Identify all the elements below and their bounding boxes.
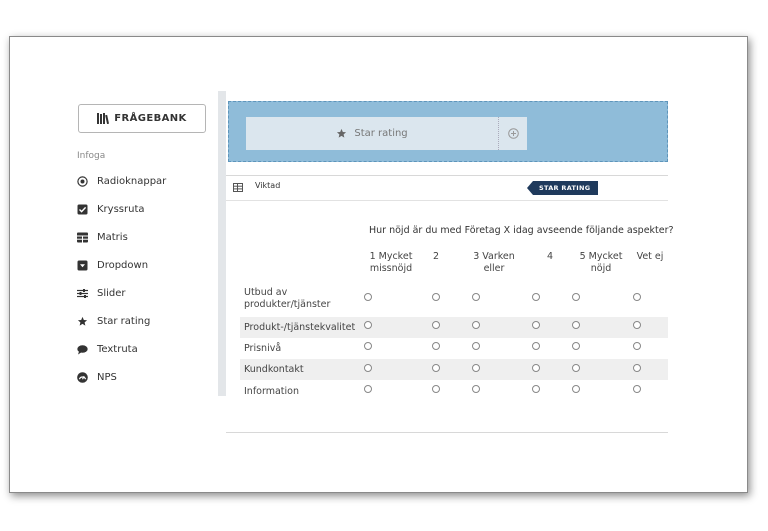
weighted-label: Viktad <box>255 181 281 190</box>
question-text: Hur nöjd är du med Företag X idag avseen… <box>369 225 674 236</box>
answer-radio[interactable] <box>633 342 641 350</box>
column-header: 3 Varken eller <box>473 251 515 274</box>
row-label: Kundkontakt <box>244 364 304 375</box>
tool-label: Radioknappar <box>97 175 167 187</box>
tool-dropdown[interactable]: Dropdown <box>77 257 148 273</box>
table-row-shade <box>240 359 668 380</box>
answer-radio[interactable] <box>364 385 372 393</box>
tool-star-rating[interactable]: Star rating <box>77 313 150 329</box>
tool-label: NPS <box>97 371 117 383</box>
checkbox-icon <box>77 204 88 215</box>
tool-label: Slider <box>97 287 126 299</box>
tool-matrix[interactable]: Matris <box>77 229 128 245</box>
row-label: Information <box>244 386 299 397</box>
slider-icon <box>77 288 88 299</box>
row-label: Produkt-/tjänstekvalitet <box>244 322 356 333</box>
answer-radio[interactable] <box>572 364 580 372</box>
books-icon <box>97 113 110 124</box>
tool-slider[interactable]: Slider <box>77 285 126 301</box>
question-header <box>226 176 668 201</box>
answer-radio[interactable] <box>432 293 440 301</box>
column-header: 5 Mycket nöjd <box>579 251 623 274</box>
answer-radio[interactable] <box>472 293 480 301</box>
column-header: Vet ej <box>636 251 664 262</box>
answer-radio[interactable] <box>472 342 480 350</box>
answer-radio[interactable] <box>432 385 440 393</box>
answer-radio[interactable] <box>472 364 480 372</box>
insert-section-label: Infoga <box>77 151 106 161</box>
answer-radio[interactable] <box>572 293 580 301</box>
nps-icon <box>77 371 88 383</box>
dragged-item-label: Star rating <box>354 128 408 139</box>
tool-checkbox[interactable]: Kryssruta <box>77 201 145 217</box>
answer-radio[interactable] <box>572 385 580 393</box>
table-icon <box>233 183 243 192</box>
answer-radio[interactable] <box>364 293 372 301</box>
star-icon <box>336 128 347 139</box>
tool-radio-buttons[interactable]: Radioknappar <box>77 173 166 189</box>
row-label: Utbud av produkter/tjänster <box>244 287 331 310</box>
question-bank-label: FRÅGEBANK <box>114 113 187 124</box>
answer-radio[interactable] <box>572 321 580 329</box>
tool-nps[interactable]: NPS <box>77 369 117 385</box>
answer-radio[interactable] <box>633 364 641 372</box>
answer-radio[interactable] <box>364 321 372 329</box>
answer-radio[interactable] <box>532 364 540 372</box>
question-bank-button[interactable]: FRÅGEBANK <box>78 104 206 133</box>
answer-radio[interactable] <box>432 364 440 372</box>
sidebar-divider <box>218 91 226 396</box>
column-header: 1 Mycket missnöjd <box>369 251 413 274</box>
tool-label: Textruta <box>97 343 138 355</box>
tool-label: Dropdown <box>97 259 149 271</box>
row-label: Prisnivå <box>244 343 282 354</box>
dragged-star-rating-item[interactable]: Star rating <box>246 117 498 150</box>
answer-radio[interactable] <box>633 385 641 393</box>
speech-bubble-icon <box>77 344 88 355</box>
tool-textbox[interactable]: Textruta <box>77 341 138 357</box>
column-header: 2 <box>432 251 440 262</box>
answer-radio[interactable] <box>532 321 540 329</box>
answer-radio[interactable] <box>633 321 641 329</box>
dropdown-icon <box>77 260 88 271</box>
answer-radio[interactable] <box>633 293 641 301</box>
tool-label: Star rating <box>97 315 151 327</box>
tool-label: Matris <box>97 231 128 243</box>
column-header: 4 <box>546 251 554 262</box>
answer-radio[interactable] <box>472 385 480 393</box>
answer-radio[interactable] <box>532 293 540 301</box>
question-type-badge: STAR RATING <box>526 181 599 195</box>
answer-radio[interactable] <box>364 364 372 372</box>
tool-label: Kryssruta <box>97 203 145 215</box>
answer-radio[interactable] <box>432 321 440 329</box>
answer-radio[interactable] <box>432 342 440 350</box>
answer-radio[interactable] <box>572 342 580 350</box>
answer-radio[interactable] <box>532 385 540 393</box>
answer-radio[interactable] <box>472 321 480 329</box>
matrix-icon <box>77 232 88 243</box>
answer-radio[interactable] <box>364 342 372 350</box>
plus-circle-icon <box>507 124 519 143</box>
add-button[interactable] <box>498 117 527 150</box>
radio-icon <box>77 175 88 187</box>
star-icon <box>77 316 88 327</box>
answer-radio[interactable] <box>532 342 540 350</box>
